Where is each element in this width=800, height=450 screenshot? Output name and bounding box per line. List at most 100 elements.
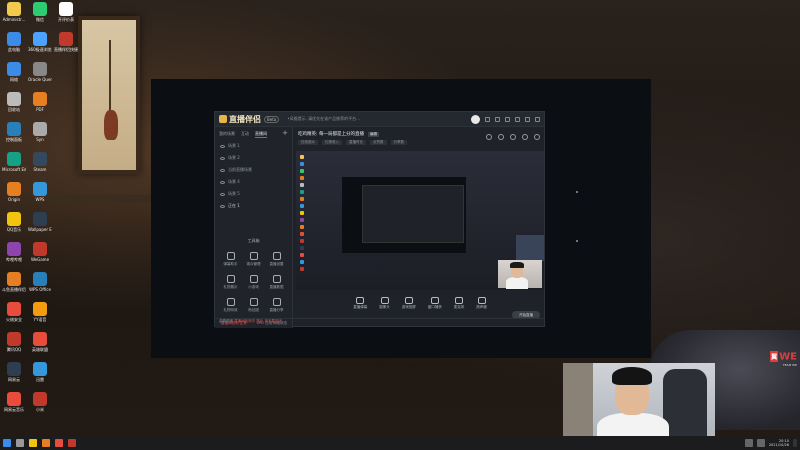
source-button[interactable]: 直播弹幕 — [353, 296, 367, 310]
room-edit-tag[interactable]: 编辑 — [367, 131, 379, 137]
screenshot-icon[interactable] — [498, 134, 504, 140]
maximize-icon[interactable] — [525, 116, 530, 122]
eye-icon[interactable] — [220, 180, 225, 184]
app2-icon[interactable] — [68, 439, 76, 447]
desktop-icon[interactable]: 网易云音乐 — [2, 392, 26, 412]
start-icon[interactable] — [3, 439, 11, 447]
desktop-icon[interactable]: Microsoft Edge — [2, 152, 26, 172]
eye-icon[interactable] — [220, 156, 225, 160]
desktop-icon[interactable]: WPS Office — [28, 272, 52, 292]
desktop-icon[interactable]: 此电脑 — [2, 32, 26, 52]
tool-item[interactable]: 礼物展示 — [219, 275, 242, 290]
desktop-icon-label: 网易云音乐 — [4, 407, 24, 412]
desktop-icon[interactable]: 哔哩哔哩 — [2, 242, 26, 262]
source-button[interactable]: 麦克风 — [454, 296, 464, 310]
scene-item[interactable]: 场景 5 — [215, 188, 292, 200]
desktop-icon[interactable]: 开评价表 — [54, 2, 78, 22]
minimize-icon[interactable] — [515, 116, 520, 122]
desktop-icon[interactable]: Administr... — [2, 2, 26, 22]
desktop-icon[interactable]: YY语音 — [28, 302, 52, 322]
desktop-icon[interactable]: Wallpaper Engine — [28, 212, 52, 232]
desktop-icon[interactable]: 回收站 — [2, 92, 26, 112]
desktop-icon[interactable]: 控制面板 — [2, 122, 26, 142]
menu-icon[interactable] — [505, 116, 510, 122]
eye-icon[interactable] — [220, 168, 225, 172]
desktop-icon[interactable]: Origin — [2, 182, 26, 202]
desktop-icon[interactable]: 斗鱼直播伴侣 — [2, 272, 26, 292]
tool-item[interactable]: 粉丝团 — [242, 298, 265, 313]
settings-icon[interactable] — [495, 116, 500, 122]
left-tab[interactable]: 直播间 — [255, 131, 267, 138]
app-titlebar[interactable]: 直播伴侣 Beta •风格提示, 请优先在该产品推荐的平台… — [215, 112, 544, 127]
desktop-icon[interactable]: 网络 — [2, 62, 26, 82]
source-button[interactable]: 游戏投屏 — [402, 296, 416, 310]
preview-desktop-icon — [300, 190, 304, 194]
tool-item[interactable]: 礼物特效 — [219, 298, 242, 313]
search-icon[interactable] — [16, 439, 24, 447]
chrome-icon[interactable] — [29, 439, 37, 447]
preview-desktop-icon — [300, 162, 304, 166]
volume-icon[interactable] — [756, 439, 765, 447]
tool-item[interactable]: 直播分享 — [265, 298, 288, 313]
desktop-icon-label: 火绒安全 — [6, 317, 22, 322]
desktop-icon[interactable]: QQ音乐 — [2, 212, 26, 232]
source-button[interactable]: 扬声器 — [476, 296, 487, 310]
source-button[interactable]: 摄像头 — [379, 296, 390, 310]
user-avatar[interactable] — [471, 114, 480, 124]
scene-item[interactable]: 场景 4 — [215, 176, 292, 188]
tool-label: 粉丝团 — [248, 308, 259, 312]
tool-item[interactable]: 弹幕助手 — [219, 252, 242, 267]
scene-item[interactable]: 场景 2 — [215, 152, 292, 164]
message-icon[interactable] — [485, 116, 490, 122]
scene-item[interactable]: 当前直播场景 — [215, 164, 292, 176]
desktop-icon[interactable]: 直播伴侣快捷方式 — [54, 32, 78, 52]
mic-icon — [455, 296, 463, 304]
eye-icon[interactable] — [220, 144, 225, 148]
scene-item[interactable]: 正在 1 — [215, 200, 292, 212]
desktop-icon[interactable]: WeGame — [28, 242, 52, 262]
stream-preview[interactable] — [296, 151, 544, 290]
eye-icon[interactable] — [220, 192, 225, 196]
desktop-icon[interactable]: 小米 — [28, 392, 52, 412]
desktop-icon[interactable]: 网易云 — [2, 362, 26, 382]
source-button[interactable]: 窗口捕获 — [428, 296, 442, 310]
tool-item[interactable]: 直播设置 — [265, 252, 288, 267]
close-icon[interactable] — [535, 116, 540, 122]
desktop-icon[interactable]: WPS — [28, 182, 52, 202]
desktop-icon[interactable]: 火绒安全 — [2, 302, 26, 322]
layout-icon[interactable] — [510, 134, 516, 140]
add-scene-button[interactable]: + — [282, 130, 288, 138]
tool-item[interactable]: 观众管理 — [242, 252, 265, 267]
tool-item[interactable]: 小游戏 — [242, 275, 265, 290]
left-tab[interactable]: 互动 — [241, 131, 249, 138]
eye-icon[interactable] — [220, 204, 225, 208]
desktop-icon[interactable]: Oracle Queries — [28, 62, 52, 82]
tool-label: 直播分享 — [269, 308, 284, 312]
desktop-icon[interactable]: 腾讯QQ — [2, 332, 26, 352]
tool-item[interactable]: 直播数据 — [265, 275, 288, 290]
tool-label: 直播设置 — [269, 262, 284, 266]
network-icon[interactable] — [744, 439, 753, 447]
explorer-icon[interactable] — [42, 439, 50, 447]
fullscreen-icon[interactable] — [522, 134, 528, 140]
desktop-icon[interactable]: Steam — [28, 152, 52, 172]
gift-icon — [226, 275, 235, 283]
desktop-icon[interactable]: PDF — [28, 92, 52, 112]
desktop-app-icon — [33, 2, 47, 16]
live-streaming-app-window[interactable]: 直播伴侣 Beta •风格提示, 请优先在该产品推荐的平台… 我的场景 互动 直播间… — [214, 111, 545, 328]
source-label: 摄像头 — [379, 304, 390, 309]
preview-nested-app — [362, 185, 464, 243]
desktop-icon[interactable]: 迅雷 — [28, 362, 52, 382]
show-desktop-button[interactable] — [793, 439, 797, 447]
scene-item[interactable]: 场景 1 — [215, 140, 292, 152]
desktop-icon[interactable]: 英雄联盟 — [28, 332, 52, 352]
desktop-icon[interactable]: 微信 — [28, 2, 52, 22]
app-icon[interactable] — [55, 439, 63, 447]
taskbar-clock[interactable]: 20:10 2021/10/26 — [769, 439, 789, 447]
left-tab[interactable]: 我的场景 — [219, 131, 235, 138]
desktop-app-icon — [7, 212, 21, 226]
share-icon[interactable] — [534, 134, 540, 140]
desktop-icon[interactable]: Syn — [28, 122, 52, 142]
desktop-icon[interactable]: 360极速浏览器 — [28, 32, 52, 52]
record-icon[interactable] — [486, 134, 492, 140]
